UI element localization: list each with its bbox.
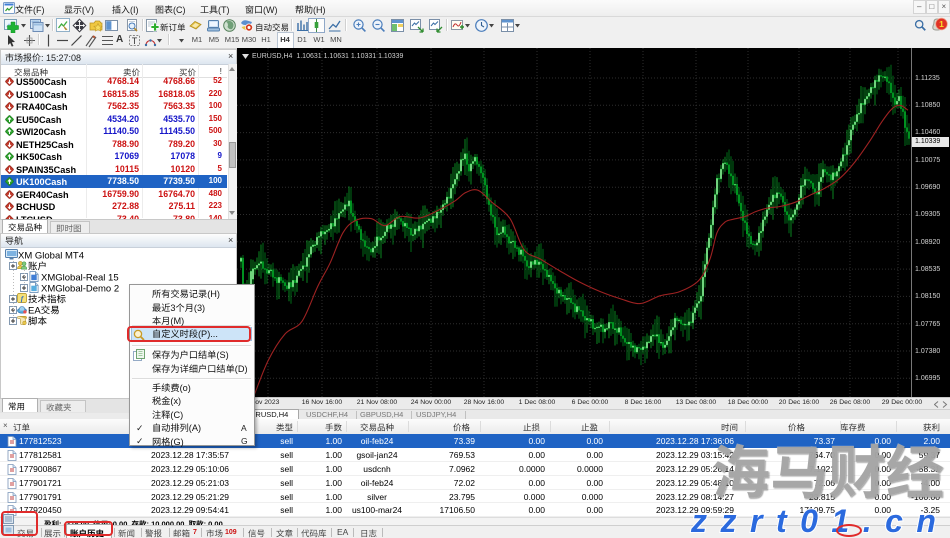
svg-text:(I): (I): [130, 4, 139, 14]
svg-text:BCHUSD: BCHUSD: [16, 202, 56, 212]
svg-text:(M): (M): [170, 316, 184, 326]
svg-text:US100Cash: US100Cash: [16, 90, 67, 100]
svg-text:1: 1: [939, 19, 944, 29]
svg-text:SPAIN35Cash: SPAIN35Cash: [16, 165, 76, 175]
svg-text:(x): (x): [170, 396, 181, 406]
svg-text:(C): (C): [173, 4, 186, 14]
svg-text:(A): (A): [189, 423, 201, 433]
svg-text:(H): (H): [313, 4, 326, 14]
svg-text:T: T: [132, 36, 138, 46]
svg-text:(T): (T): [218, 4, 230, 14]
svg-text:NETH25Cash: NETH25Cash: [16, 140, 74, 150]
svg-text:(W): (W): [263, 4, 278, 14]
svg-text:(C): (C): [170, 410, 183, 420]
svg-text:FRA40Cash: FRA40Cash: [16, 102, 68, 112]
svg-text:(3): (3): [194, 303, 205, 313]
svg-text:HK50Cash: HK50Cash: [16, 152, 62, 162]
svg-text:UK100Cash: UK100Cash: [16, 177, 67, 187]
svg-text:(F): (F): [33, 4, 45, 14]
svg-text:3: 3: [170, 303, 175, 313]
svg-text:(D): (D): [235, 364, 248, 374]
svg-text:: 15:27:08: : 15:27:08: [41, 53, 81, 63]
svg-text:(V): (V): [82, 4, 94, 14]
svg-text:(H): (H): [207, 289, 220, 299]
svg-text:EU50Cash: EU50Cash: [16, 115, 62, 125]
svg-text:(o): (o): [180, 383, 191, 393]
svg-text:SWI20Cash: SWI20Cash: [16, 127, 66, 137]
svg-text:(S): (S): [216, 350, 228, 360]
svg-text:US500Cash: US500Cash: [16, 77, 67, 87]
svg-text:(G): (G): [170, 437, 183, 447]
svg-text:GER40Cash: GER40Cash: [16, 190, 69, 200]
